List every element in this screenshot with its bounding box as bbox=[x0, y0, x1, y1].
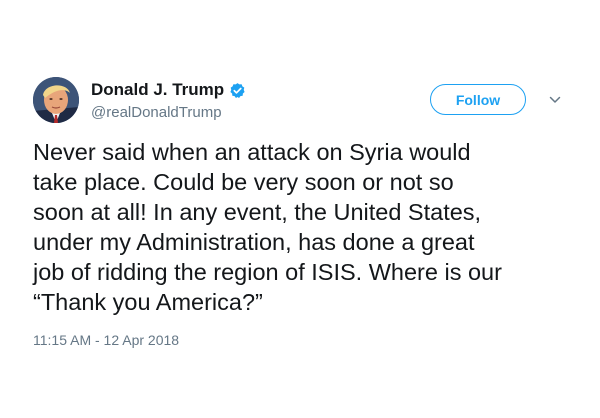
tweet-card: Donald J. Trump @realDonaldTrump Follow … bbox=[0, 0, 600, 418]
author-display-name[interactable]: Donald J. Trump bbox=[91, 80, 224, 100]
chevron-down-icon[interactable] bbox=[548, 93, 562, 107]
profile-photo-icon bbox=[33, 77, 79, 123]
tweet-timestamp[interactable]: 11:15 AM - 12 Apr 2018 bbox=[33, 332, 179, 348]
tweet-text: Never said when an attack on Syria would… bbox=[33, 139, 502, 315]
avatar[interactable] bbox=[33, 77, 79, 123]
follow-button[interactable]: Follow bbox=[430, 84, 526, 115]
author-name-row: Donald J. Trump bbox=[91, 80, 246, 100]
verified-badge-icon bbox=[229, 82, 246, 99]
author-handle[interactable]: @realDonaldTrump bbox=[91, 104, 222, 121]
